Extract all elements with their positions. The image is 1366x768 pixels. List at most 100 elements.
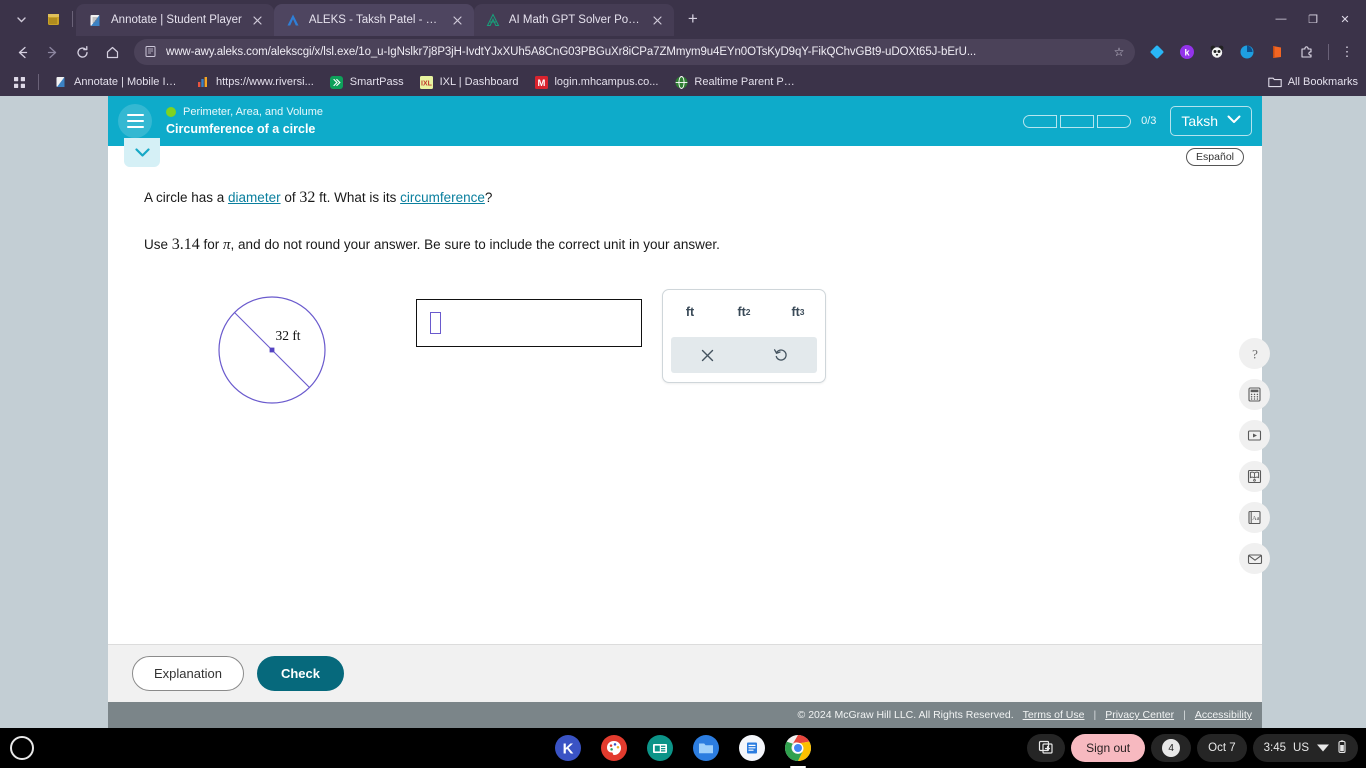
video-icon[interactable]	[1239, 420, 1270, 451]
user-menu-button[interactable]: Taksh	[1170, 106, 1252, 136]
terms-of-use-link[interactable]: Terms of Use	[1023, 709, 1085, 721]
close-window-button[interactable]: ✕	[1330, 6, 1360, 32]
calculator-icon[interactable]	[1239, 379, 1270, 410]
check-button[interactable]: Check	[256, 656, 344, 691]
kami-app-icon[interactable]: K	[554, 734, 582, 762]
keypad-ft2-button[interactable]: ft 2	[717, 290, 771, 334]
media-app-icon[interactable]	[646, 734, 674, 762]
browser-window: Annotate | Student Player ALEKS - Taksh …	[0, 0, 1366, 728]
help-icon[interactable]: ?	[1239, 338, 1270, 369]
aleks-page: Perimeter, Area, and Volume Circumferenc…	[108, 96, 1270, 728]
bookmark-smartpass[interactable]: SmartPass	[323, 72, 411, 92]
q1-part-a: A circle has a	[144, 190, 229, 205]
docs-app-icon[interactable]	[738, 734, 766, 762]
accessibility-link[interactable]: Accessibility	[1195, 709, 1252, 721]
window-controls: — ❐ ✕	[1266, 6, 1360, 32]
browser-tab-aleks[interactable]: ALEKS - Taksh Patel - Learn	[273, 4, 474, 36]
minimize-button[interactable]: —	[1266, 6, 1296, 32]
pie-extension-icon[interactable]	[1236, 41, 1258, 63]
forward-icon[interactable]	[38, 39, 66, 65]
mail-icon[interactable]	[1239, 543, 1270, 574]
footer-separator: |	[1093, 709, 1097, 721]
keypad-ft-button[interactable]: ft	[663, 290, 717, 334]
date-tray[interactable]: Oct 7	[1197, 734, 1247, 762]
files-app-icon[interactable]	[692, 734, 720, 762]
notification-tray[interactable]: 4	[1151, 734, 1192, 762]
aleks-icon	[285, 12, 301, 28]
hamburger-menu-icon[interactable]	[118, 104, 152, 138]
bookmark-mhcampus[interactable]: M login.mhcampus.co...	[527, 72, 665, 92]
sign-out-button[interactable]: Sign out	[1071, 734, 1146, 762]
diameter-link[interactable]: diameter	[228, 190, 281, 205]
all-bookmarks-label: All Bookmarks	[1287, 76, 1358, 88]
answer-cursor-box	[430, 312, 441, 334]
tab-search-chevron-icon[interactable]	[8, 6, 34, 32]
back-icon[interactable]	[8, 39, 36, 65]
progress-segment	[1023, 114, 1058, 128]
book-extension-icon[interactable]	[1266, 41, 1288, 63]
progress-segment	[1060, 114, 1095, 128]
answer-input[interactable]	[416, 299, 642, 347]
profile-avatar-icon[interactable]	[40, 6, 66, 32]
chrome-app-icon[interactable]	[784, 734, 812, 762]
home-icon[interactable]	[98, 39, 126, 65]
new-tab-button[interactable]: +	[680, 6, 706, 32]
riverside-icon	[196, 75, 210, 89]
keypad-unit-row: ft ft 2 ft 3	[663, 290, 825, 334]
browser-tab-aimath[interactable]: AI Math GPT Solver Powered b	[473, 4, 674, 36]
url-text: www-awy.aleks.com/alekscgi/x/lsl.exe/1o_…	[166, 46, 977, 58]
q1-part-c: ft. What is its	[315, 190, 401, 205]
browser-menu-icon[interactable]: ⋮	[1336, 44, 1358, 60]
maximize-button[interactable]: ❐	[1298, 6, 1328, 32]
bookmark-realtime[interactable]: Realtime Parent Por...	[667, 72, 807, 92]
pi-value: 3.14	[171, 236, 200, 253]
bookmark-ixl[interactable]: IXL IXL | Dashboard	[413, 72, 526, 92]
apps-grid-icon[interactable]	[8, 72, 30, 92]
copyright-text: © 2024 McGraw Hill LLC. All Rights Reser…	[797, 709, 1014, 721]
status-tray[interactable]: 3:45 US	[1252, 734, 1358, 762]
address-bar[interactable]: www-awy.aleks.com/alekscgi/x/lsl.exe/1o_…	[134, 39, 1135, 65]
puzzle-extensions-icon[interactable]	[1296, 41, 1318, 63]
keypad-action-row	[671, 337, 817, 373]
svg-text:Aa: Aa	[1252, 515, 1260, 522]
palette-app-icon[interactable]	[600, 734, 628, 762]
circumference-link[interactable]: circumference	[400, 190, 485, 205]
launcher-button[interactable]	[10, 736, 34, 760]
diamond-extension-icon[interactable]	[1146, 41, 1168, 63]
work-row: 32 ft ft ft 2 ft 3	[144, 289, 1226, 406]
close-icon[interactable]	[650, 12, 666, 28]
panda-extension-icon[interactable]	[1206, 41, 1228, 63]
close-icon[interactable]	[450, 12, 466, 28]
site-info-icon[interactable]	[144, 45, 158, 59]
annotate-icon	[54, 75, 68, 89]
reference-icon[interactable]	[1239, 461, 1270, 492]
explanation-button[interactable]: Explanation	[132, 656, 244, 691]
screencast-button[interactable]	[1027, 734, 1066, 762]
privacy-center-link[interactable]: Privacy Center	[1105, 709, 1174, 721]
unit-keypad: ft ft 2 ft 3	[662, 289, 826, 383]
wifi-icon	[1316, 741, 1330, 756]
dictionary-icon[interactable]: Aa	[1239, 502, 1270, 533]
collapse-panel-button[interactable]	[124, 138, 160, 167]
bookmark-label: IXL | Dashboard	[439, 76, 519, 88]
bookmark-riverside[interactable]: https://www.riversi...	[189, 72, 321, 92]
all-bookmarks-button[interactable]: All Bookmarks	[1267, 75, 1358, 89]
tab-divider	[72, 11, 73, 27]
browser-tab-annotate[interactable]: Annotate | Student Player	[76, 4, 274, 36]
header-titles: Perimeter, Area, and Volume Circumferenc…	[166, 106, 323, 136]
pi-symbol: π	[223, 237, 231, 253]
keypad-clear-button[interactable]	[671, 337, 744, 373]
close-icon[interactable]	[250, 12, 266, 28]
bookmark-star-icon[interactable]: ☆	[1111, 45, 1127, 59]
q1-part-b: of	[280, 190, 300, 205]
user-name-label: Taksh	[1181, 113, 1218, 129]
bookmark-annotate[interactable]: Annotate | Mobile In...	[47, 72, 187, 92]
locale-label: US	[1293, 742, 1309, 754]
keypad-undo-button[interactable]	[744, 337, 817, 373]
espanol-toggle-button[interactable]: Español	[1186, 148, 1244, 166]
kami-extension-icon[interactable]: k	[1176, 41, 1198, 63]
keypad-ft3-button[interactable]: ft 3	[771, 290, 825, 334]
reload-icon[interactable]	[68, 39, 96, 65]
tab-strip: Annotate | Student Player ALEKS - Taksh …	[0, 0, 1366, 36]
tab-title: AI Math GPT Solver Powered b	[508, 14, 642, 26]
